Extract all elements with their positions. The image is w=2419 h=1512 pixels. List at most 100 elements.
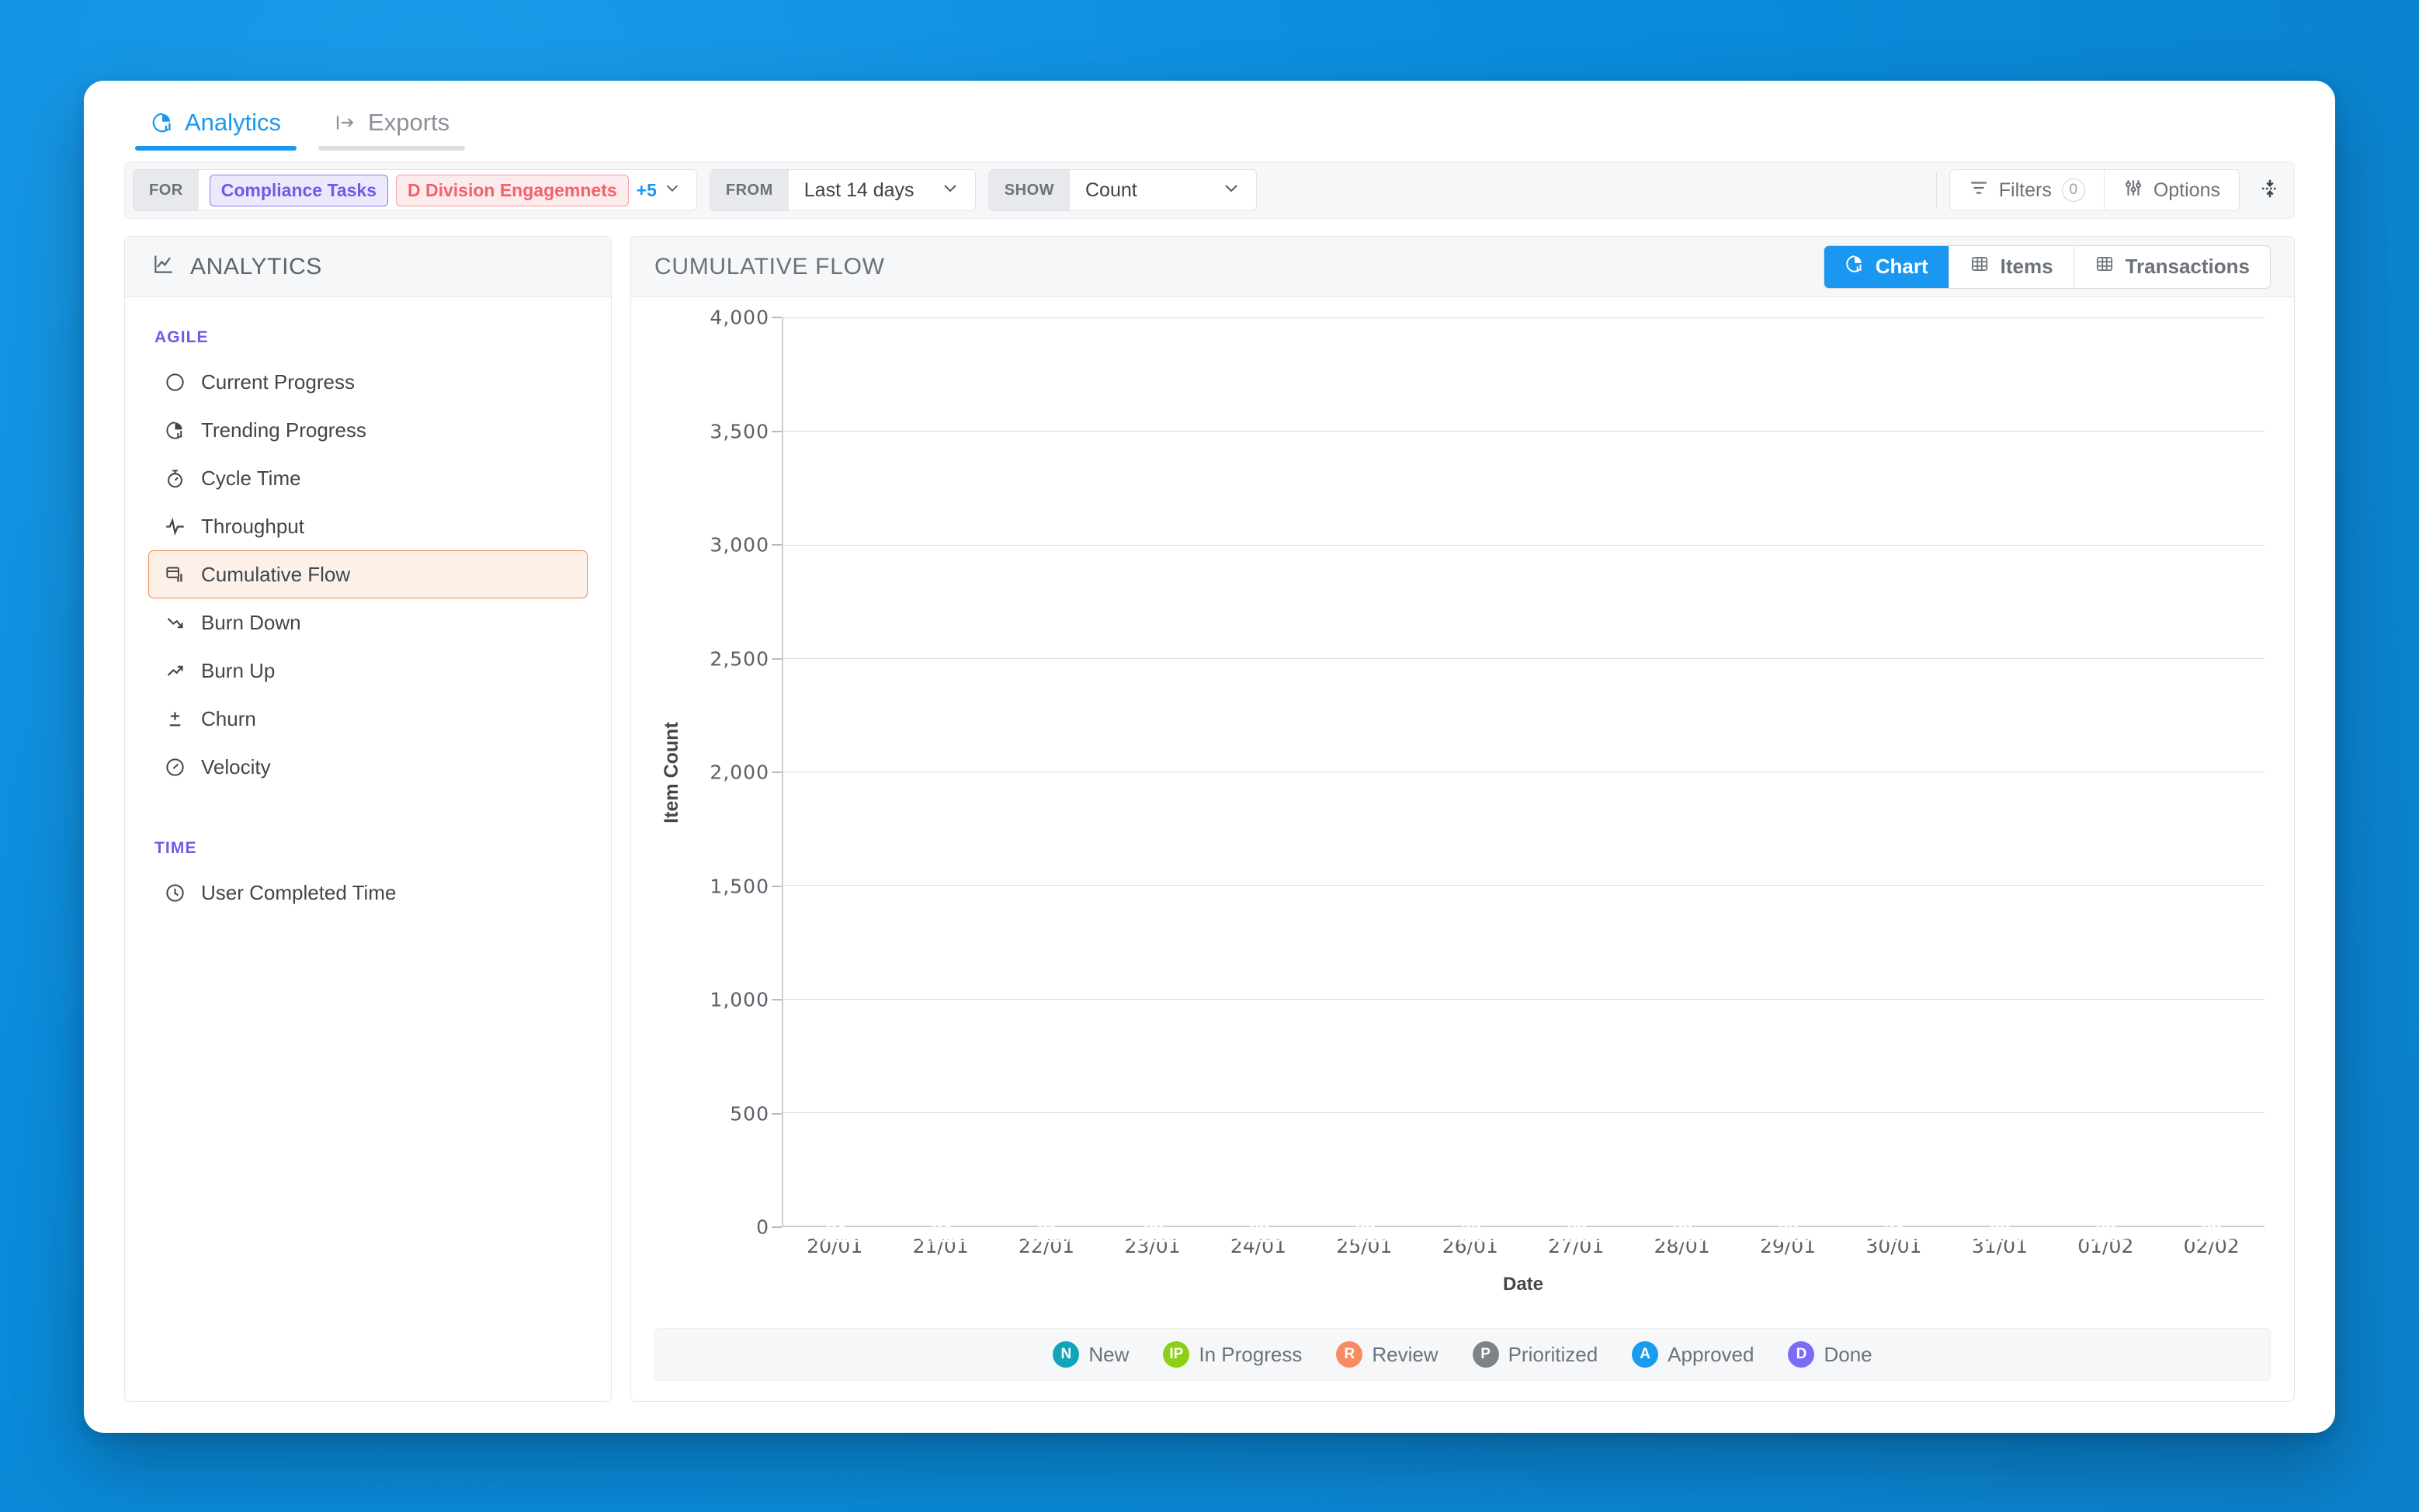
y-tick-label: 3,500: [710, 420, 769, 442]
pulse-icon: [163, 516, 186, 537]
chart-title: CUMULATIVE FLOW: [654, 254, 885, 280]
sidebar-item-churn[interactable]: Churn: [148, 695, 588, 743]
sidebar-item-velocity[interactable]: Velocity: [148, 743, 588, 791]
main-content: ANALYTICS AGILE Current Progress: [84, 219, 2335, 1433]
y-tick-mark: [772, 1226, 782, 1228]
stopwatch-icon: [163, 468, 186, 489]
options-button[interactable]: Options: [2104, 170, 2239, 210]
tab-underline: [135, 146, 297, 151]
sidebar-item-label: Throughput: [201, 515, 304, 539]
chart-legend: NNew IPIn Progress RReview PPrioritized A App…: [654, 1328, 2271, 1381]
sidebar-item-user-completed-time[interactable]: User Completed Time: [148, 869, 588, 917]
legend-item[interactable]: PPrioritized: [1473, 1341, 1598, 1368]
for-chip-list: Compliance Tasks D Division Engagemnets …: [199, 170, 696, 210]
show-metric-select[interactable]: Count: [1070, 170, 1256, 210]
bar-segment-value: 479: [926, 1226, 957, 1247]
tab-label: Analytics: [185, 109, 281, 137]
bar-segment-value: 479: [821, 1226, 852, 1247]
tab-strip: Analytics Exports: [84, 81, 2335, 151]
sidebar-item-label: Velocity: [201, 755, 271, 779]
filter-bar-divider: [1936, 172, 1937, 208]
view-mode-chart[interactable]: Chart: [1824, 246, 1949, 288]
sidebar-item-cycle-time[interactable]: Cycle Time: [148, 454, 588, 502]
sidebar-item-label: Trending Progress: [201, 418, 366, 442]
sidebar-section-title-time: TIME: [154, 839, 588, 858]
sidebar-body: AGILE Current Progress: [125, 297, 611, 917]
sidebar-item-label: Churn: [201, 707, 256, 731]
grid-icon: [1970, 254, 1990, 279]
bar-segment-value: 476: [1138, 1226, 1169, 1247]
bar-segment-value: 476: [1879, 1226, 1910, 1247]
date-range-value: Last 14 days: [804, 179, 914, 202]
arrow-down-right-icon: [163, 612, 186, 633]
view-mode-transactions[interactable]: Transactions: [2074, 246, 2270, 288]
bar-segment-value: 474: [1244, 1226, 1275, 1247]
sidebar-item-label: Burn Up: [201, 659, 275, 683]
show-metric-value: Count: [1085, 179, 1137, 202]
y-tick-label: 2,000: [710, 761, 769, 784]
collapse-vertical-icon: [2258, 177, 2282, 204]
plot-area: Item Count 05001,0001,5002,0002,5003,000…: [631, 297, 2294, 1311]
y-tick-label: 1,500: [710, 875, 769, 897]
legend-item[interactable]: RReview: [1336, 1341, 1438, 1368]
sidebar-item-trending-progress[interactable]: Trending Progress: [148, 406, 588, 454]
legend-item[interactable]: DDone: [1788, 1341, 1872, 1368]
y-axis-ticks: 05001,0001,5002,0002,5003,0003,5004,000: [689, 317, 782, 1227]
gridline: [783, 545, 2265, 546]
sidebar-item-label: Burn Down: [201, 611, 301, 635]
sidebar-item-throughput[interactable]: Throughput: [148, 502, 588, 550]
bar-segment-value: 476: [1032, 1226, 1064, 1247]
filter-chip[interactable]: Compliance Tasks: [210, 175, 388, 206]
y-tick-mark: [772, 1113, 782, 1115]
pie-bars-icon: [163, 420, 186, 441]
legend-label: Approved: [1668, 1343, 1754, 1367]
legend-status-badge: R: [1336, 1341, 1362, 1368]
for-label: FOR: [134, 170, 199, 210]
legend-item[interactable]: A Approved: [1632, 1341, 1754, 1368]
sidebar-item-label: Cumulative Flow: [201, 563, 350, 587]
sidebar-item-current-progress[interactable]: Current Progress: [148, 358, 588, 406]
from-filter-group: FROM Last 14 days: [710, 169, 976, 211]
legend-status-badge: A: [1632, 1341, 1658, 1368]
y-tick-label: 2,500: [710, 647, 769, 670]
view-mode-label: Transactions: [2126, 255, 2250, 279]
sidebar-item-burn-down[interactable]: Burn Down: [148, 598, 588, 647]
collapse-toggle-button[interactable]: [2254, 177, 2286, 204]
y-tick-mark: [772, 886, 782, 887]
plus-minus-icon: [163, 709, 186, 730]
tab-analytics[interactable]: Analytics: [124, 109, 307, 151]
legend-item[interactable]: IPIn Progress: [1163, 1341, 1302, 1368]
sidebar-item-label: Current Progress: [201, 370, 355, 394]
chevron-down-icon: [1222, 179, 1241, 203]
legend-status-badge: IP: [1163, 1341, 1189, 1368]
y-tick-mark: [772, 317, 782, 318]
donut-chart-icon: [163, 372, 186, 393]
more-filters-toggle[interactable]: +5: [637, 179, 685, 201]
gridline: [783, 317, 2265, 318]
bar-segment-value: 476: [1350, 1226, 1381, 1247]
y-tick-label: 500: [730, 1102, 769, 1125]
export-arrow-icon: [334, 111, 357, 134]
sliders-icon: [2123, 178, 2143, 203]
filter-option-buttons: Filters 0 Options: [1949, 169, 2240, 211]
filter-lines-icon: [1969, 178, 1989, 203]
sidebar-item-burn-up[interactable]: Burn Up: [148, 647, 588, 695]
options-label: Options: [2154, 179, 2220, 202]
bar-segment-value: 467: [2090, 1226, 2121, 1247]
filters-button[interactable]: Filters 0: [1950, 170, 2104, 210]
sidebar-item-cumulative-flow[interactable]: Cumulative Flow: [148, 550, 588, 598]
y-tick-label: 3,000: [710, 534, 769, 557]
y-tick-mark: [772, 431, 782, 432]
pie-chart-icon: [1845, 254, 1865, 279]
filter-chip[interactable]: D Division Engagemnets: [396, 175, 629, 206]
pie-chart-icon: [151, 111, 174, 134]
legend-item[interactable]: NNew: [1053, 1341, 1129, 1368]
view-mode-label: Items: [2001, 255, 2053, 279]
view-mode-items[interactable]: Items: [1949, 246, 2074, 288]
date-range-select[interactable]: Last 14 days: [789, 170, 975, 210]
gridline: [783, 658, 2265, 659]
tab-label: Exports: [368, 109, 449, 137]
gridline: [783, 999, 2265, 1000]
legend-status-badge: D: [1788, 1341, 1814, 1368]
tab-exports[interactable]: Exports: [307, 109, 476, 151]
